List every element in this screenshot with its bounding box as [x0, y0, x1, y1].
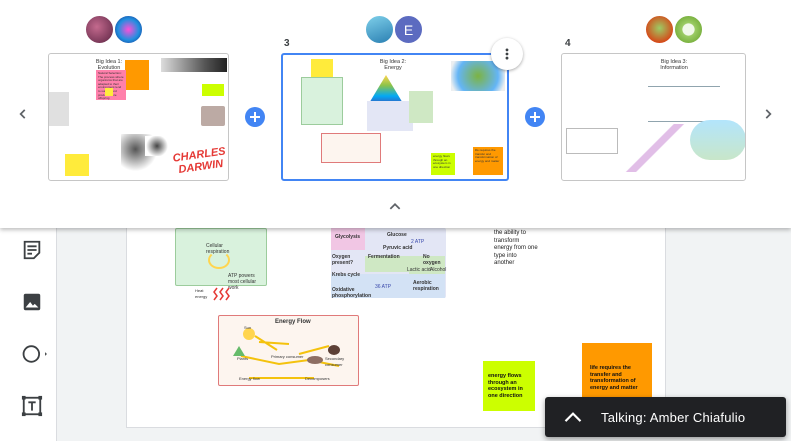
frame-thumbnail-4[interactable]: Big Idea 3: Information — [561, 53, 746, 181]
diagram-label: Fermentation — [368, 254, 400, 260]
frame-title: Big Idea 2: Energy — [379, 59, 407, 71]
energy-flow-label: Sun — [244, 325, 252, 330]
sticky-note-energy-flows[interactable]: energy flows through an ecosystem in one… — [483, 361, 535, 411]
collaborator-avatar[interactable] — [113, 14, 144, 45]
energy-flow-label: Decomposers — [305, 376, 330, 381]
cellular-respiration-cycle-diagram[interactable]: Cellular respiration ATP powers most cel… — [175, 228, 267, 291]
chevron-left-icon — [19, 109, 26, 119]
more-vert-icon — [505, 48, 509, 60]
energy-flow-label: Secondary consumer — [325, 356, 345, 367]
frame-thumbnail-2[interactable]: Big Idea 1: Evolution Natural Selection:… — [48, 53, 229, 181]
diagram-label: Oxidative phosphorylation — [332, 287, 372, 299]
sticky-note-tool[interactable] — [18, 236, 46, 264]
collaborator-avatar[interactable] — [84, 14, 115, 45]
frame-number: 4 — [565, 38, 571, 49]
frame-more-options-button[interactable] — [491, 38, 523, 70]
plus-icon — [250, 112, 260, 122]
text-box-tool[interactable] — [18, 392, 46, 420]
energy-flow-diagram[interactable]: Energy Flow Sun Plants Primary consumer … — [218, 315, 359, 386]
diagram-label: Glucose — [387, 232, 407, 238]
shape-tool[interactable] — [18, 340, 52, 368]
add-frame-button[interactable] — [525, 107, 545, 127]
frame-body-text — [568, 106, 620, 126]
energy-definition-text[interactable]: the ability to transform energy from one… — [494, 230, 538, 268]
diagram-label: Oxygen present? — [332, 254, 354, 266]
frame-thumbnail-3[interactable]: Big Idea 2: Energy energy flows through … — [281, 53, 509, 181]
text-box-icon — [21, 395, 43, 417]
previous-frames-button[interactable] — [12, 103, 34, 125]
chevron-up-icon — [564, 412, 582, 422]
avatar-initial: E — [403, 21, 414, 38]
diagram-label: No oxygen — [423, 254, 441, 266]
collaborator-avatar[interactable] — [644, 14, 675, 45]
chevron-up-icon — [389, 203, 401, 210]
circle-icon — [22, 345, 47, 363]
plus-icon — [530, 112, 540, 122]
heat-energy-graphic: Heat energy — [195, 286, 235, 302]
frame-number: 3 — [284, 38, 290, 49]
collaborator-avatar[interactable] — [364, 14, 395, 45]
collaborator-avatar[interactable]: E — [393, 14, 424, 45]
diagram-label: Lactic acid — [407, 267, 431, 273]
talking-text: Talking: Amber Chiafulio — [601, 409, 746, 425]
energy-flow-label: Plants — [237, 356, 249, 361]
add-frame-button[interactable] — [245, 107, 265, 127]
diagram-label: Glycolysis — [335, 234, 361, 240]
sticky-note-life-requires[interactable]: life requires the transfer and transform… — [582, 343, 652, 399]
diagram-label: Pyruvic acid — [383, 245, 413, 251]
diagram-label: 36 ATP — [375, 284, 392, 290]
expand-talking-button[interactable] — [545, 411, 601, 423]
chevron-right-icon — [765, 109, 772, 119]
diagram-label: Alcohol — [430, 267, 447, 273]
frame-body-text — [439, 89, 457, 125]
energy-flow-label: Primary consumer — [271, 354, 304, 359]
frame-body-text — [564, 158, 604, 172]
frame-strip: E Big Idea 1: Evolution Natural Selectio… — [0, 0, 791, 228]
next-frames-button[interactable] — [757, 103, 779, 125]
left-toolbar — [0, 228, 57, 441]
frame-body-text — [145, 100, 167, 130]
image-tool[interactable] — [18, 288, 46, 316]
heat-label: Heat energy — [195, 288, 208, 299]
charles-darwin-logo: CHARLES DARWIN — [171, 145, 227, 177]
frame-sticky-note: energy flows through an ecosystem in one… — [431, 153, 455, 175]
image-icon — [23, 293, 41, 311]
diagram-label: Aerobic respiration — [413, 280, 439, 292]
frame-body-text — [568, 68, 616, 96]
talking-indicator: Talking: Amber Chiafulio — [545, 397, 786, 437]
frame-sticky-note: life requires the transfer and transform… — [473, 147, 503, 175]
sticky-note-icon — [23, 240, 41, 260]
energy-flow-label: Energy flow — [239, 376, 260, 381]
jamboard-app: Cellular respiration ATP powers most cel… — [0, 0, 791, 441]
frame-title: Big Idea 3: Information — [660, 59, 688, 71]
diagram-label: Krebs cycle — [332, 272, 361, 278]
collapse-frame-strip-button[interactable] — [384, 196, 406, 216]
glycolysis-diagram[interactable]: Glycolysis Glucose 2 ATP Pyruvic acid Ox… — [331, 228, 447, 299]
frame-body-text — [171, 100, 193, 140]
diagram-label: 2 ATP — [411, 239, 425, 245]
collaborator-avatar[interactable] — [673, 14, 704, 45]
